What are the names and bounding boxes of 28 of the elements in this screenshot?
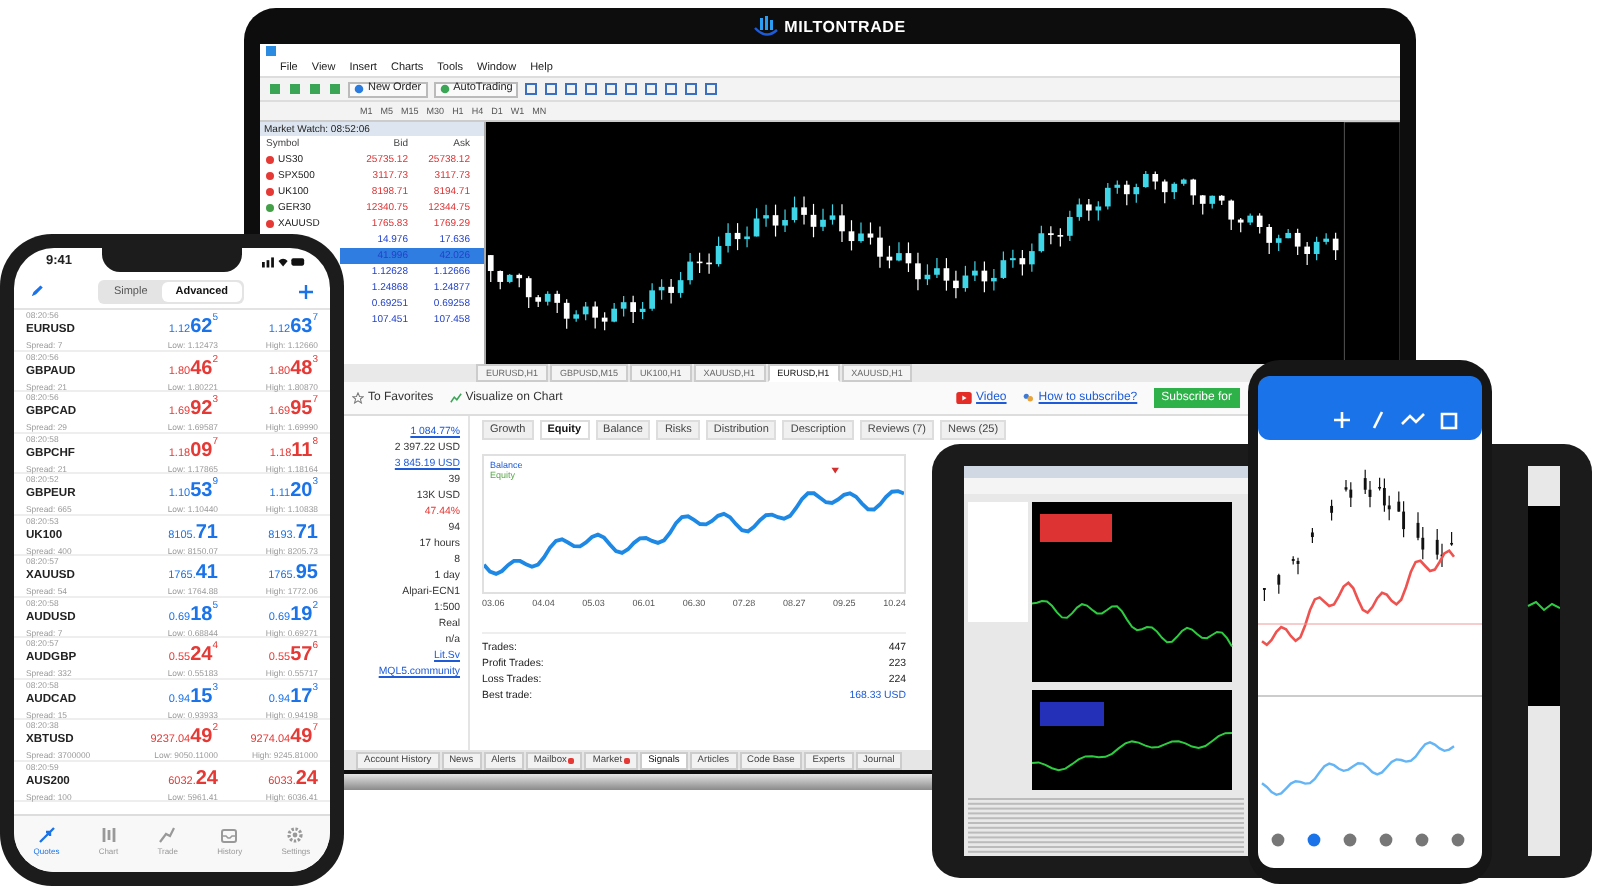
nav-icon[interactable] bbox=[1451, 833, 1465, 847]
nav-icon[interactable] bbox=[1343, 833, 1357, 847]
nav-icon[interactable] bbox=[1307, 833, 1321, 847]
bars-icon bbox=[99, 825, 118, 843]
marker-icon bbox=[831, 467, 839, 474]
star-icon bbox=[352, 392, 364, 404]
phone-notch bbox=[102, 248, 242, 272]
add-icon[interactable] bbox=[297, 283, 314, 299]
status-icons bbox=[262, 255, 306, 267]
nav-icon[interactable] bbox=[1379, 833, 1393, 847]
circle-icon bbox=[439, 84, 450, 94]
nav-icon[interactable] bbox=[1415, 833, 1429, 847]
gear-icon bbox=[286, 825, 305, 843]
zigzag-icon[interactable] bbox=[1401, 413, 1425, 425]
square-icon[interactable] bbox=[1440, 412, 1458, 430]
chart-line-icon bbox=[449, 392, 462, 404]
video-play-icon bbox=[956, 392, 973, 404]
plus-icon[interactable] bbox=[1332, 410, 1352, 430]
pen-icon[interactable] bbox=[30, 284, 44, 298]
app-icon bbox=[266, 46, 276, 56]
line-icon bbox=[158, 825, 177, 843]
people-icon bbox=[1022, 392, 1035, 404]
logo-icon bbox=[754, 15, 779, 37]
nav-icon[interactable] bbox=[1271, 833, 1285, 847]
circle-icon bbox=[354, 84, 364, 94]
line-tool-icon[interactable] bbox=[1372, 411, 1384, 429]
brand-name: MILTONTRADE bbox=[784, 17, 906, 35]
inbox-icon bbox=[220, 825, 239, 843]
